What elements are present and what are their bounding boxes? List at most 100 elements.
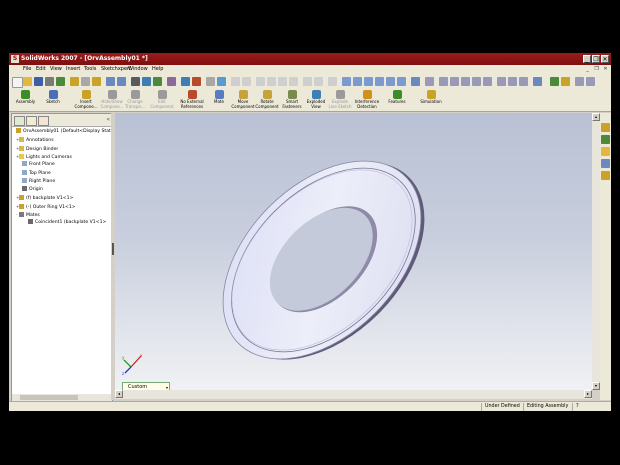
menu-help[interactable]: Help	[152, 66, 163, 73]
property-manager-tab-icon[interactable]	[26, 116, 37, 126]
menu-edit[interactable]: Edit	[36, 66, 46, 73]
undo-icon[interactable]	[106, 77, 115, 86]
graphics-area[interactable]	[115, 113, 592, 390]
rebuild-icon[interactable]	[142, 77, 151, 86]
shaded-icon[interactable]	[483, 77, 492, 86]
cmd-sketch-button[interactable]: Sketch	[41, 90, 65, 110]
cut-icon[interactable]	[70, 77, 79, 86]
wireframe-icon[interactable]	[439, 77, 448, 86]
scroll-right-arrow-icon[interactable]: ▸	[584, 390, 592, 398]
animator-icon[interactable]	[561, 77, 570, 86]
menu-insert[interactable]: Insert	[66, 66, 80, 73]
circle-icon[interactable]	[267, 77, 276, 86]
line-icon[interactable]	[256, 77, 265, 86]
perspective-icon[interactable]	[533, 77, 542, 86]
menu-file[interactable]: File	[23, 66, 31, 73]
layers-icon[interactable]	[181, 77, 190, 86]
outer-ring-part[interactable]	[186, 122, 462, 390]
print-icon[interactable]	[45, 77, 54, 86]
cmd-smart-fasteners-button[interactable]: Smart Fasteners	[280, 90, 304, 110]
expand-panel-icon[interactable]: «	[106, 116, 110, 123]
zoom-selection-icon[interactable]	[375, 77, 384, 86]
close-button[interactable]: ✕	[601, 55, 609, 63]
2d-sketch-icon[interactable]	[231, 77, 240, 86]
cmd-move-component-button[interactable]: Move Component	[231, 90, 255, 110]
options-icon[interactable]	[167, 77, 176, 86]
menu-view[interactable]: View	[50, 66, 62, 73]
maximize-button[interactable]: ❐	[592, 55, 600, 63]
arc-icon[interactable]	[278, 77, 287, 86]
tree-item[interactable]: + Lights and Cameras	[16, 153, 72, 161]
view-palette-icon[interactable]	[601, 171, 610, 180]
feature-manager-tab-icon[interactable]	[14, 116, 25, 126]
pan-icon[interactable]	[397, 77, 406, 86]
cmd-exploded-view-button[interactable]: Exploded View	[305, 90, 327, 110]
hidden-lines-removed-icon[interactable]	[461, 77, 470, 86]
tree-item[interactable]: Right Plane	[19, 177, 55, 186]
zoom-area-icon[interactable]	[353, 77, 362, 86]
print-preview-icon[interactable]	[56, 77, 65, 86]
3d-sketch-icon[interactable]	[242, 77, 251, 86]
scrollbar-thumb[interactable]	[20, 395, 78, 400]
tree-item[interactable]: - Mates	[16, 211, 40, 219]
save-icon[interactable]	[34, 77, 43, 86]
vertical-scrollbar[interactable]: ▴ ▾	[592, 113, 600, 390]
cmd-simulation-button[interactable]: Simulation	[418, 90, 444, 110]
shaded-with-edges-icon[interactable]	[472, 77, 481, 86]
hidden-lines-visible-icon[interactable]	[450, 77, 459, 86]
menu-sketchxpert[interactable]: Sketchxpert	[101, 66, 131, 73]
spline-icon[interactable]	[289, 77, 298, 86]
tree-item[interactable]: + (-) Outer Ring V1<1>	[16, 203, 76, 211]
tree-item[interactable]: Top Plane	[19, 169, 51, 178]
zoom-to-fit-icon[interactable]	[217, 77, 226, 86]
cmd-interference-detection-button[interactable]: Interference Detection	[353, 90, 381, 110]
cmd-no-external-references-button[interactable]: No External References	[177, 90, 207, 110]
help-question-icon[interactable]: ?	[572, 403, 586, 411]
menu-tools[interactable]: Tools	[84, 66, 96, 73]
redo-icon[interactable]	[117, 77, 126, 86]
standard-views-icon[interactable]	[575, 77, 584, 86]
configuration-manager-tab-icon[interactable]	[38, 116, 49, 126]
tree-item[interactable]: + Annotations	[16, 136, 54, 144]
cmd-rotate-component-button[interactable]: Rotate Component	[255, 90, 279, 110]
help-icon[interactable]	[206, 77, 215, 86]
tree-item[interactable]: OrvAssembly01 (Default<Display Stat	[13, 128, 111, 136]
section-view-icon[interactable]	[497, 77, 506, 86]
tree-item[interactable]: + (f) backplate V1<1>	[16, 194, 73, 202]
cmd-edit-component-button[interactable]: Edit Component	[150, 90, 174, 110]
cmd-change-transparency-button[interactable]: Change Transpa...	[123, 90, 147, 110]
file-explorer-icon[interactable]	[601, 147, 610, 156]
zoom-out-icon[interactable]	[364, 77, 373, 86]
splitter-handle[interactable]	[112, 243, 114, 255]
horizontal-scrollbar[interactable]: ◂ ▸	[115, 390, 592, 399]
minimize-button[interactable]: _	[583, 55, 591, 63]
cmd-explode-line-sketch-button[interactable]: Explode Line Sketch	[328, 90, 352, 110]
cmd-hide-show-components-button[interactable]: Hide/Show Compone...	[100, 90, 124, 110]
view-tools-icon[interactable]	[586, 77, 595, 86]
select-icon[interactable]	[131, 77, 140, 86]
doc-close-button[interactable]: ✕	[602, 66, 609, 73]
cmd-insert-component-button[interactable]: Insert Compone...	[73, 90, 99, 110]
zoom-in-icon[interactable]	[342, 77, 351, 86]
cmd-mate-button[interactable]: Mate	[210, 90, 228, 110]
new-document-icon[interactable]	[12, 77, 23, 88]
offset-icon[interactable]	[328, 77, 337, 86]
open-folder-icon[interactable]	[23, 77, 32, 86]
photoworks-icon[interactable]	[550, 77, 559, 86]
display-pane-icon[interactable]	[192, 77, 201, 86]
paste-icon[interactable]	[92, 77, 101, 86]
model-view[interactable]	[115, 113, 592, 390]
doc-restore-button[interactable]: ❐	[593, 66, 600, 73]
scroll-down-arrow-icon[interactable]: ▾	[592, 382, 600, 390]
scroll-left-arrow-icon[interactable]: ◂	[115, 390, 123, 398]
trim-icon[interactable]	[314, 77, 323, 86]
scroll-up-arrow-icon[interactable]: ▴	[592, 113, 600, 121]
smart-dimension-icon[interactable]	[303, 77, 312, 86]
doc-minimize-button[interactable]: _	[584, 66, 591, 73]
solidworks-resources-icon[interactable]	[601, 123, 610, 132]
shadows-icon[interactable]	[508, 77, 517, 86]
realview-icon[interactable]	[519, 77, 528, 86]
tree-item[interactable]: + Design Binder	[16, 145, 58, 153]
previous-view-icon[interactable]	[411, 77, 420, 86]
search-icon[interactable]	[601, 159, 610, 168]
